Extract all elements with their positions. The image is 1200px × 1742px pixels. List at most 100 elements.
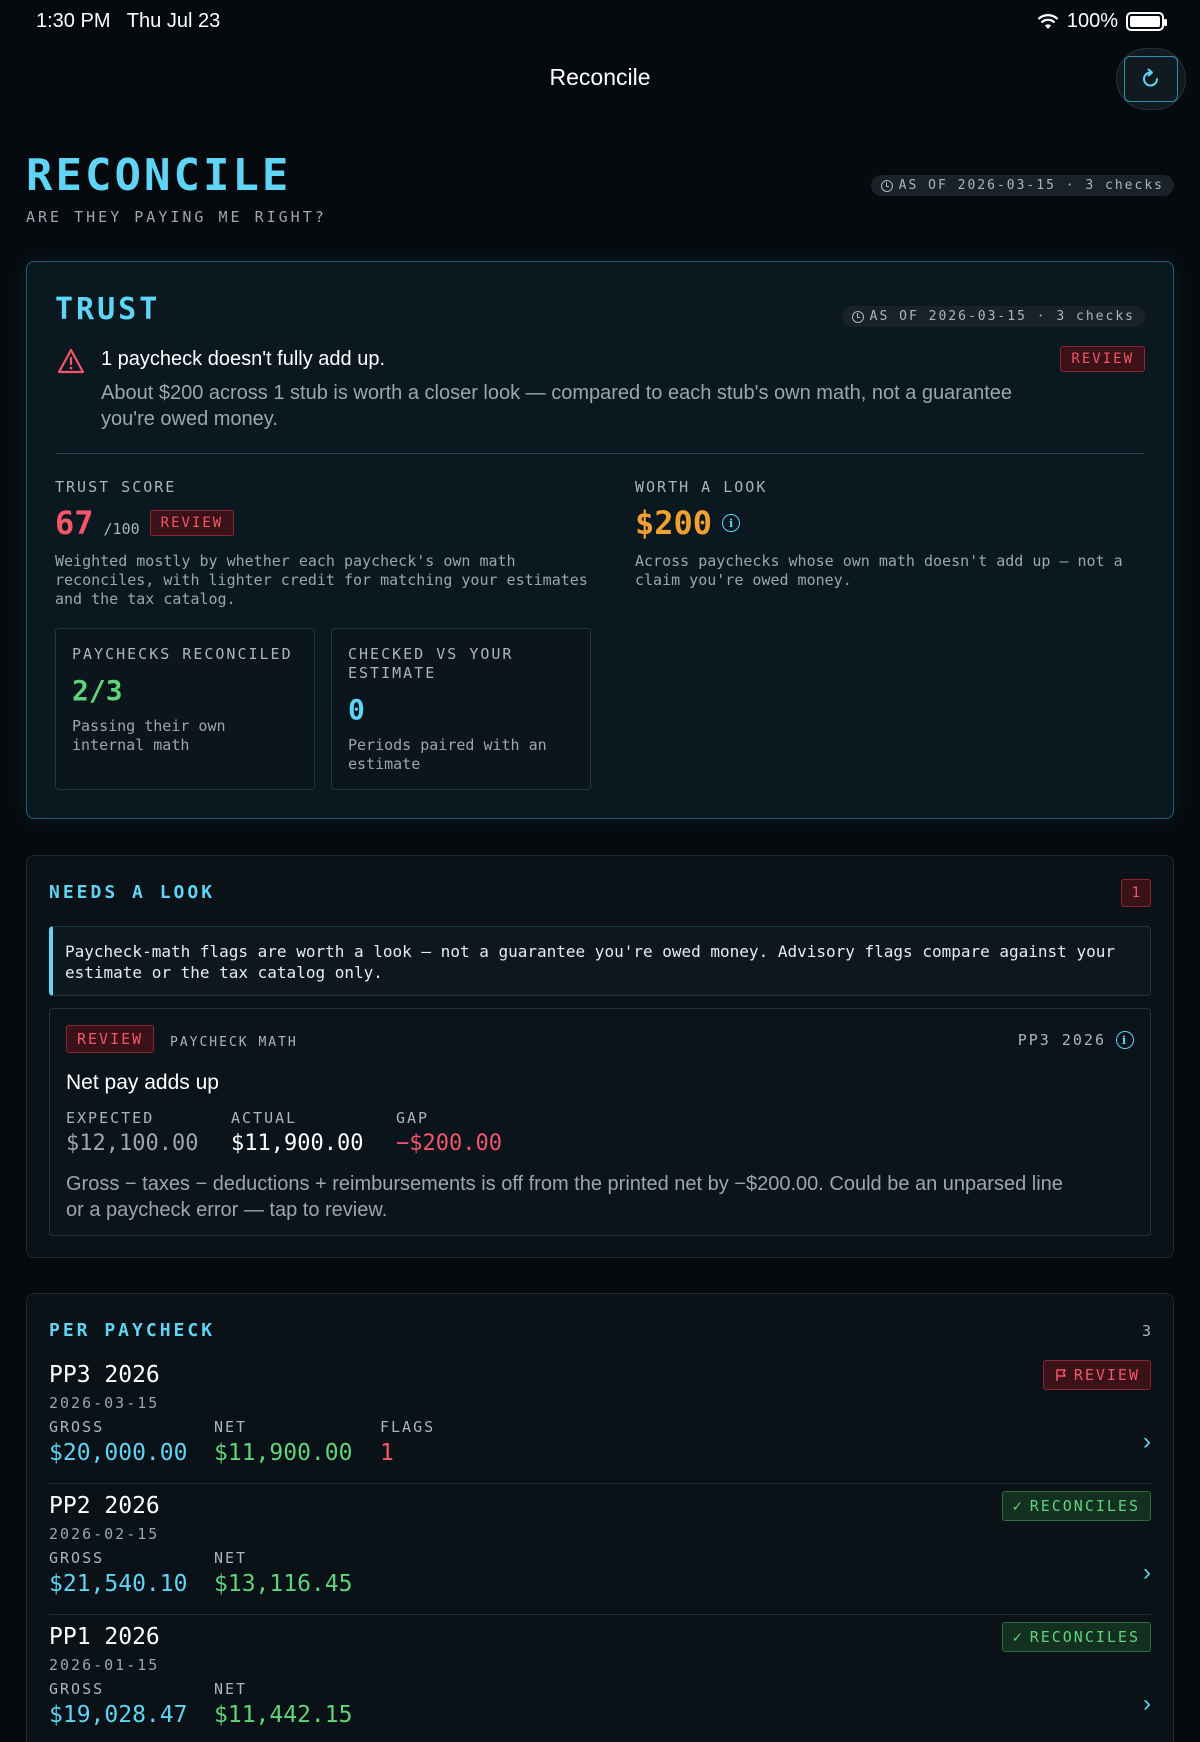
trust-card: TRUST AS OF 2026-03-15 · 3 checks 1 payc… xyxy=(26,261,1174,819)
worth-a-look-block: WORTH A LOOK $200 i Across paychecks who… xyxy=(635,478,1135,590)
net-label: NET xyxy=(214,1549,248,1567)
alert-description: About $200 across 1 stub is worth a clos… xyxy=(101,382,1012,430)
flag-item[interactable]: REVIEW PAYCHECK MATH PP3 2026 i Net pay … xyxy=(49,1008,1151,1236)
battery-icon xyxy=(1126,12,1167,31)
stat-checked-vs-estimate: CHECKED VS YOUR ESTIMATE 0 Periods paire… xyxy=(331,628,591,790)
stat-label: CHECKED VS YOUR ESTIMATE xyxy=(348,645,514,682)
paycheck-gross: GROSS $20,000.00 xyxy=(49,1418,187,1466)
per-paycheck-card: PER PAYCHECK 3 PP3 2026 2026-03-15 GROSS… xyxy=(26,1293,1174,1742)
trust-score-denominator: /100 xyxy=(103,520,140,538)
chevron-right-icon: › xyxy=(1143,1690,1151,1717)
stat-value: 2/3 xyxy=(72,674,123,707)
net-value: $13,116.45 xyxy=(214,1571,353,1597)
paycheck-net: NET $11,900.00 xyxy=(214,1418,352,1466)
chevron-right-icon: › xyxy=(1143,1428,1151,1455)
nav-title: Reconcile xyxy=(549,64,651,90)
paycheck-row-pp1[interactable]: PP1 2026 2026-01-15 GROSS $19,028.47 NET… xyxy=(49,1616,1151,1742)
stat-paychecks-reconciled: PAYCHECKS RECONCILED 2/3 Passing their o… xyxy=(55,628,315,790)
gross-label: GROSS xyxy=(49,1418,105,1436)
paycheck-name: PP2 2026 xyxy=(49,1493,160,1519)
chevron-right-icon: › xyxy=(1143,1559,1151,1586)
paycheck-row-pp2[interactable]: PP2 2026 2026-02-15 GROSS $21,540.10 NET… xyxy=(49,1485,1151,1615)
stat-value: 0 xyxy=(348,693,365,726)
paycheck-net: NET $13,116.45 xyxy=(214,1549,352,1597)
gross-label: GROSS xyxy=(49,1549,105,1567)
gross-value: $20,000.00 xyxy=(49,1440,188,1466)
paycheck-gross: GROSS $21,540.10 xyxy=(49,1549,187,1597)
paycheck-date: 2026-03-15 xyxy=(49,1394,160,1412)
gross-value: $21,540.10 xyxy=(49,1571,188,1597)
refresh-button[interactable] xyxy=(1116,48,1186,110)
stat-label: PAYCHECKS RECONCILED xyxy=(72,645,293,663)
stat-description: Periods paired with an estimate xyxy=(348,736,547,773)
trust-score-label: TRUST SCORE xyxy=(55,478,177,496)
flag-category: PAYCHECK MATH xyxy=(170,1035,298,1050)
paycheck-name: PP1 2026 xyxy=(49,1624,160,1650)
per-paycheck-count: 3 xyxy=(1141,1322,1151,1340)
paycheck-name: PP3 2026 xyxy=(49,1362,160,1388)
gap-label: GAP xyxy=(396,1109,430,1127)
flag-description: Gross − taxes − deductions + reimburseme… xyxy=(66,1173,1063,1221)
info-icon[interactable]: i xyxy=(1116,1031,1134,1049)
net-label: NET xyxy=(214,1680,248,1698)
paycheck-date: 2026-02-15 xyxy=(49,1525,160,1543)
info-icon[interactable]: i xyxy=(722,514,741,532)
as-of-text: AS OF 2026-03-15 · 3 checks xyxy=(898,178,1164,193)
flag-expected: EXPECTED $12,100.00 xyxy=(66,1109,198,1156)
paycheck-flags: FLAGS 1 xyxy=(380,1418,435,1466)
advisory-note: Paycheck-math flags are worth a look — n… xyxy=(49,926,1151,996)
expected-value: $12,100.00 xyxy=(66,1131,199,1156)
gross-label: GROSS xyxy=(49,1680,105,1698)
page-title: RECONCILE xyxy=(26,150,292,201)
status-time: 1:30 PM Thu Jul 23 xyxy=(36,10,220,33)
warning-icon xyxy=(57,348,85,374)
worth-row: $200 i xyxy=(635,504,1135,542)
paycheck-net: NET $11,442.15 xyxy=(214,1680,352,1728)
expected-label: EXPECTED xyxy=(66,1109,155,1127)
wifi-icon xyxy=(1037,13,1059,29)
clock-icon xyxy=(880,179,893,192)
net-value: $11,442.15 xyxy=(214,1702,353,1728)
trust-title: TRUST xyxy=(55,292,161,327)
as-of-badge: AS OF 2026-03-15 · 3 checks xyxy=(870,175,1174,196)
flag-actual: ACTUAL $11,900.00 xyxy=(231,1109,363,1156)
flag-period: PP3 2026 i xyxy=(1018,1031,1134,1049)
stat-description: Passing their own internal math xyxy=(72,717,226,754)
flag-gap: GAP −$200.00 xyxy=(396,1109,502,1156)
clock-icon xyxy=(851,310,864,323)
alert-review-badge: REVIEW xyxy=(1060,346,1145,372)
flag-title: Net pay adds up xyxy=(66,1071,219,1094)
actual-value: $11,900.00 xyxy=(231,1131,364,1156)
page-subtitle: ARE THEY PAYING ME RIGHT? xyxy=(26,208,327,226)
trust-score-row: 67 /100 REVIEW xyxy=(55,504,595,542)
paycheck-row-pp3[interactable]: PP3 2026 2026-03-15 GROSS $20,000.00 NET… xyxy=(49,1354,1151,1484)
net-label: NET xyxy=(214,1418,248,1436)
check-icon: ✓ xyxy=(1012,1497,1024,1515)
status-badge: ✓ RECONCILES xyxy=(1001,1622,1151,1652)
status-badge-text: RECONCILES xyxy=(1029,1497,1140,1515)
alert-title: 1 paycheck doesn't fully add up. xyxy=(101,348,386,370)
check-icon: ✓ xyxy=(1012,1628,1024,1646)
status-badge-text: RECONCILES xyxy=(1029,1628,1140,1646)
per-paycheck-title: PER PAYCHECK xyxy=(49,1320,216,1341)
clock-date: Thu Jul 23 xyxy=(126,10,221,32)
gap-value: −$200.00 xyxy=(396,1131,502,1156)
trust-score-description: Weighted mostly by whether each paycheck… xyxy=(55,552,588,608)
divider xyxy=(55,453,1145,454)
flag-review-badge: REVIEW xyxy=(66,1025,155,1053)
flag-period-text: PP3 2026 xyxy=(1017,1031,1106,1049)
trust-score-badge: REVIEW xyxy=(149,510,235,536)
worth-label: WORTH A LOOK xyxy=(635,478,768,496)
status-right: 100% xyxy=(1037,10,1167,33)
refresh-icon xyxy=(1143,68,1158,87)
status-bar: 1:30 PM Thu Jul 23 100% xyxy=(36,10,1167,36)
flags-value: 1 xyxy=(380,1440,394,1466)
flags-label: FLAGS xyxy=(380,1418,436,1436)
actual-label: ACTUAL xyxy=(231,1109,298,1127)
needs-a-look-card: NEEDS A LOOK 1 Paycheck-math flags are w… xyxy=(26,855,1174,1258)
trust-as-of-badge: AS OF 2026-03-15 · 3 checks xyxy=(841,306,1145,327)
battery-percent: 100% xyxy=(1066,10,1118,32)
clock-time: 1:30 PM xyxy=(36,10,111,32)
worth-description: Across paychecks whose own math doesn't … xyxy=(635,552,1123,589)
trust-score-block: TRUST SCORE 67 /100 REVIEW Weighted most… xyxy=(55,478,595,609)
